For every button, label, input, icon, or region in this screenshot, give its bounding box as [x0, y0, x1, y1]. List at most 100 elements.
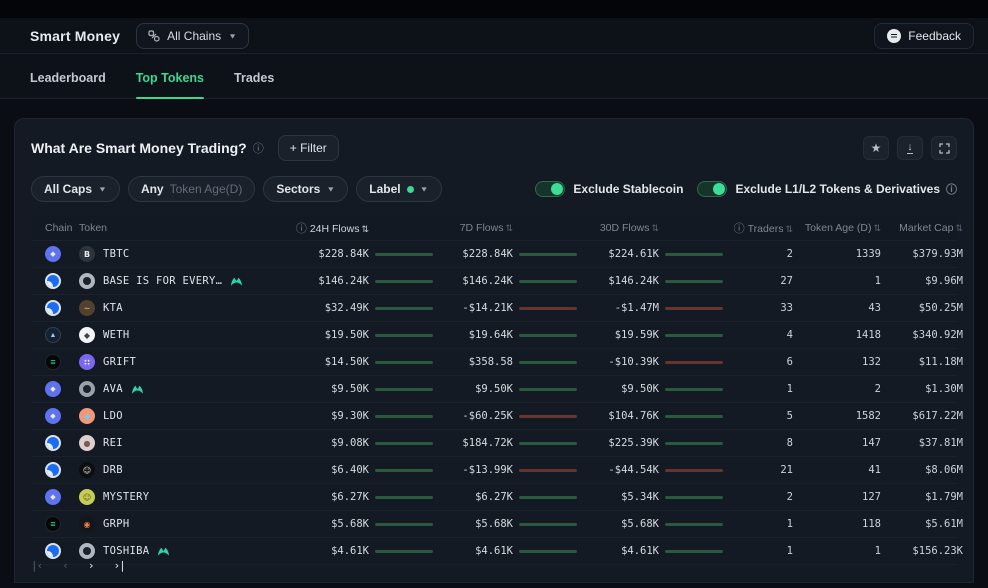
solana-chain-icon	[45, 516, 61, 532]
token-age-value: Any	[141, 182, 164, 196]
chain-selector-value: All Chains	[167, 29, 221, 43]
table-row[interactable]: BASE IS FOR EVERY… $146.24K $146.24K $14…	[31, 268, 957, 295]
traders-value: 1	[723, 383, 793, 395]
tokens-table: Chain Token ⓘ24H Flows⇅ 7D Flows⇅ 30D Fl…	[31, 215, 957, 565]
exclude-stablecoin-label: Exclude Stablecoin	[573, 182, 683, 196]
col-token[interactable]: Token	[79, 222, 293, 234]
col-market-cap[interactable]: Market Cap⇅	[881, 222, 963, 234]
info-icon[interactable]: ⓘ	[946, 181, 957, 197]
flows-7d-bar	[519, 307, 577, 310]
table-row[interactable]: ◆ LDO $9.30K -$60.25K $104.76K 5 1582 $6…	[31, 403, 957, 430]
token-name: DRB	[103, 464, 123, 476]
table-row[interactable]: AVA $9.50K $9.50K $9.50K 1 2 $1.30M	[31, 376, 957, 403]
flows-24h-value: $6.40K	[331, 464, 369, 476]
flows-7d-value: $184.72K	[462, 437, 513, 449]
token-age-filter[interactable]: Any Token Age(D)	[128, 176, 255, 202]
flows-24h-bar	[375, 280, 433, 283]
exclude-l1l2-toggle[interactable]	[697, 181, 727, 197]
base-chain-icon	[45, 273, 61, 289]
flows-24h-cell: $19.50K	[293, 329, 433, 341]
flows-24h-cell: $6.27K	[293, 491, 433, 503]
flows-24h-bar	[375, 469, 433, 472]
expand-icon	[939, 143, 950, 154]
next-page-button[interactable]: ›	[88, 559, 94, 572]
first-page-button[interactable]: |‹	[31, 559, 42, 572]
token-icon: ●	[79, 435, 95, 451]
flows-24h-cell: $228.84K	[293, 248, 433, 260]
download-button[interactable]: ↓	[897, 136, 923, 160]
star-icon: ★	[871, 141, 882, 155]
flows-7d-value: -$60.25K	[462, 410, 513, 422]
col-7d-flows[interactable]: 7D Flows⇅	[433, 222, 577, 234]
table-row[interactable]: ∷ GRIFT $14.50K $358.58 -$10.39K 6 132 $…	[31, 349, 957, 376]
col-24h-flows[interactable]: ⓘ24H Flows⇅	[293, 220, 433, 236]
col-30d-flows[interactable]: 30D Flows⇅	[577, 222, 723, 234]
market-cap-value: $340.92M	[881, 329, 963, 341]
flows-7d-cell: $146.24K	[433, 275, 577, 287]
flows-24h-bar	[375, 415, 433, 418]
flows-7d-bar	[519, 388, 577, 391]
toggle-knob	[713, 183, 725, 195]
info-icon[interactable]: ⓘ	[253, 140, 264, 156]
market-cap-filter[interactable]: All Caps ▼	[31, 176, 120, 202]
flows-24h-cell: $9.50K	[293, 383, 433, 395]
col-token-age[interactable]: Token Age (D)⇅	[793, 222, 881, 234]
flows-30d-bar	[665, 442, 723, 445]
add-filter-button[interactable]: + Filter	[278, 135, 339, 161]
favorite-button[interactable]: ★	[863, 136, 889, 160]
ethereum-chain-icon	[45, 408, 61, 424]
card-header: What Are Smart Money Trading? ⓘ + Filter…	[31, 133, 957, 163]
traders-value: 33	[723, 302, 793, 314]
market-cap-value: $1.30M	[881, 383, 963, 395]
exclude-stablecoin-toggle[interactable]	[535, 181, 565, 197]
table-header-row: Chain Token ⓘ24H Flows⇅ 7D Flows⇅ 30D Fl…	[31, 215, 957, 241]
token-icon: ◉	[79, 516, 95, 532]
sort-icon: ⇅	[505, 223, 513, 233]
flows-7d-cell: $9.50K	[433, 383, 577, 395]
fullscreen-button[interactable]	[931, 136, 957, 160]
table-row[interactable]: ☺ DRB $6.40K -$13.99K -$44.54K 21 41 $8.…	[31, 457, 957, 484]
flows-7d-cell: $19.64K	[433, 329, 577, 341]
table-row[interactable]: ◉ GRPH $5.68K $5.68K $5.68K 1 118 $5.61M	[31, 511, 957, 538]
flows-7d-cell: -$60.25K	[433, 410, 577, 422]
flows-7d-bar	[519, 550, 577, 553]
tab-trades[interactable]: Trades	[234, 71, 274, 98]
last-page-button[interactable]: ›|	[114, 559, 125, 572]
token-name: GRPH	[103, 518, 130, 530]
label-filter[interactable]: Label ▼	[356, 176, 441, 202]
tab-leaderboard[interactable]: Leaderboard	[30, 71, 106, 98]
prev-page-button[interactable]: ‹	[62, 559, 68, 572]
sectors-filter[interactable]: Sectors ▼	[263, 176, 348, 202]
table-row[interactable]: ◆ WETH $19.50K $19.64K $19.59K 4 1418 $3…	[31, 322, 957, 349]
flows-24h-bar	[375, 307, 433, 310]
flows-30d-value: $5.68K	[621, 518, 659, 530]
table-row[interactable]: ~ KTA $32.49K -$14.21K -$1.47M 33 43 $50…	[31, 295, 957, 322]
flows-7d-cell: -$14.21K	[433, 302, 577, 314]
ethereum-chain-icon	[45, 489, 61, 505]
table-body: B TBTC $228.84K $228.84K $224.61K 2 1339…	[31, 241, 957, 565]
exclude-l1l2-toggle-group: Exclude L1/L2 Tokens & Derivatives ⓘ	[697, 181, 957, 197]
solana-chain-icon	[45, 354, 61, 370]
chain-selector[interactable]: All Chains ▼	[136, 23, 249, 49]
pagination: |‹ ‹ › ›|	[31, 548, 125, 582]
token-name: BASE IS FOR EVERY…	[103, 275, 222, 287]
flows-30d-cell: $224.61K	[577, 248, 723, 260]
table-row[interactable]: B TBTC $228.84K $228.84K $224.61K 2 1339…	[31, 241, 957, 268]
traders-value: 2	[723, 248, 793, 260]
flows-30d-cell: $5.34K	[577, 491, 723, 503]
flows-24h-bar	[375, 253, 433, 256]
feedback-button[interactable]: Feedback	[874, 23, 974, 49]
token-age-value: 1	[793, 545, 881, 557]
tab-top-tokens[interactable]: Top Tokens	[136, 71, 204, 98]
flows-7d-value: -$14.21K	[462, 302, 513, 314]
table-row[interactable]: ☺ MYSTERY $6.27K $6.27K $5.34K 2 127 $1.…	[31, 484, 957, 511]
col-traders[interactable]: ⓘTraders⇅	[723, 220, 793, 236]
table-row[interactable]: ● REI $9.08K $184.72K $225.39K 8 147 $37…	[31, 430, 957, 457]
market-cap-value: $156.23K	[881, 545, 963, 557]
flows-30d-value: $4.61K	[621, 545, 659, 557]
table-row[interactable]: TOSHIBA $4.61K $4.61K $4.61K 1 1 $156.23…	[31, 538, 957, 565]
flows-30d-bar	[665, 523, 723, 526]
flows-30d-bar	[665, 280, 723, 283]
col-chain[interactable]: Chain	[31, 222, 79, 234]
token-icon: ◆	[79, 327, 95, 343]
